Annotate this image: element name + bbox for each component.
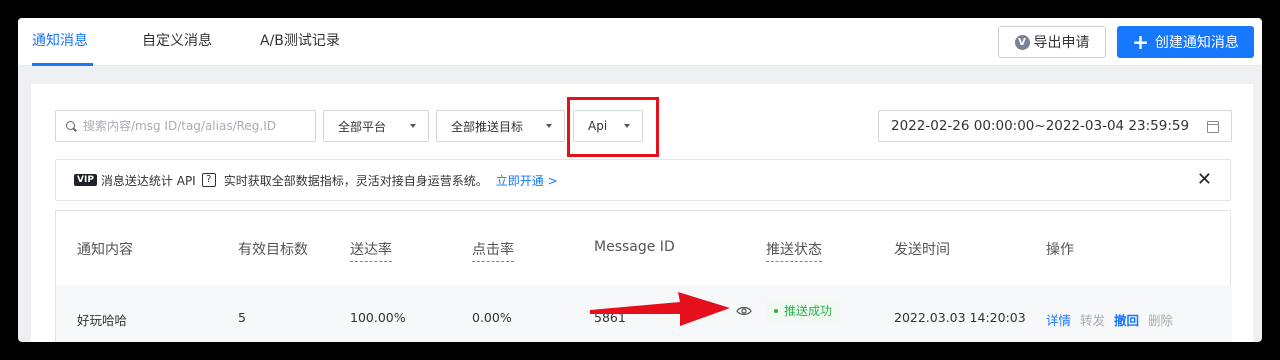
header-click-rate[interactable]: 点击率 xyxy=(472,239,514,262)
vip-tag: VIP xyxy=(74,174,97,186)
search-input[interactable] xyxy=(83,119,303,133)
cell-targets: 5 xyxy=(238,310,246,325)
target-select-value: 全部推送目标 xyxy=(451,119,524,134)
chevron-down-icon xyxy=(410,124,416,128)
search-icon xyxy=(66,120,77,132)
banner-text: 实时获取全部数据指标，灵活对接自身运营系统。 xyxy=(223,173,488,188)
header-sent-time: 发送时间 xyxy=(894,242,950,258)
cell-delivery-rate: 100.00% xyxy=(350,310,406,325)
active-tab-indicator xyxy=(32,63,93,66)
header-message-id: Message ID xyxy=(594,239,675,255)
forward-link[interactable]: 转发 xyxy=(1080,310,1105,329)
banner-title: 消息送达统计 API xyxy=(100,173,196,188)
cell-content: 好玩哈哈 xyxy=(77,313,128,328)
create-notification-button[interactable]: + 创建通知消息 xyxy=(1117,26,1254,58)
tab-custom-message[interactable]: 自定义消息 xyxy=(142,18,212,66)
header-delivery-rate[interactable]: 送达率 xyxy=(350,239,392,262)
red-arrow-annotation xyxy=(590,292,730,326)
export-request-button[interactable]: V 导出申请 xyxy=(998,26,1106,58)
chevron-down-icon xyxy=(546,124,552,128)
tab-notification[interactable]: 通知消息 xyxy=(32,18,88,66)
date-range-picker[interactable]: 2022-02-26 00:00:00~2022-03-04 23:59:59 xyxy=(878,110,1232,142)
create-notification-label: 创建通知消息 xyxy=(1154,35,1239,51)
activate-now-link[interactable]: 立即开通 > xyxy=(496,172,558,189)
close-icon[interactable]: ✕ xyxy=(1197,170,1212,190)
export-request-label: 导出申请 xyxy=(1033,35,1090,51)
header-content: 通知内容 xyxy=(77,242,133,258)
search-box[interactable] xyxy=(55,110,316,142)
delete-link[interactable]: 删除 xyxy=(1148,310,1173,329)
header-status[interactable]: 推送状态 xyxy=(766,239,822,262)
platform-select-value: 全部平台 xyxy=(338,119,387,134)
status-badge: 推送成功 xyxy=(766,300,841,322)
recall-link[interactable]: 撤回 xyxy=(1114,310,1139,329)
calendar-icon xyxy=(1207,121,1219,133)
cell-sent-time: 2022.03.03 14:20:03 xyxy=(894,310,1026,325)
platform-select[interactable]: 全部平台 xyxy=(323,110,429,142)
highlight-annotation-box xyxy=(567,97,659,157)
tab-bar: 通知消息 自定义消息 A/B测试记录 V 导出申请 + 创建通知消息 xyxy=(18,18,1262,66)
status-text: 推送成功 xyxy=(784,304,833,318)
status-dot-icon xyxy=(774,309,778,313)
header-operations: 操作 xyxy=(1046,242,1074,258)
cell-click-rate: 0.00% xyxy=(472,310,512,325)
tab-ab-test-records[interactable]: A/B测试记录 xyxy=(260,18,340,66)
date-range-value: 2022-02-26 00:00:00~2022-03-04 23:59:59 xyxy=(891,118,1190,134)
header-targets: 有效目标数 xyxy=(238,242,308,258)
api-promo-banner: VIP 消息送达统计 API ? 实时获取全部数据指标，灵活对接自身运营系统。 … xyxy=(55,159,1231,201)
plus-icon: + xyxy=(1132,30,1149,54)
vip-badge-icon: V xyxy=(1014,34,1030,50)
details-link[interactable]: 详情 xyxy=(1046,310,1071,329)
help-icon[interactable]: ? xyxy=(201,173,216,187)
target-select[interactable]: 全部推送目标 xyxy=(436,110,565,142)
